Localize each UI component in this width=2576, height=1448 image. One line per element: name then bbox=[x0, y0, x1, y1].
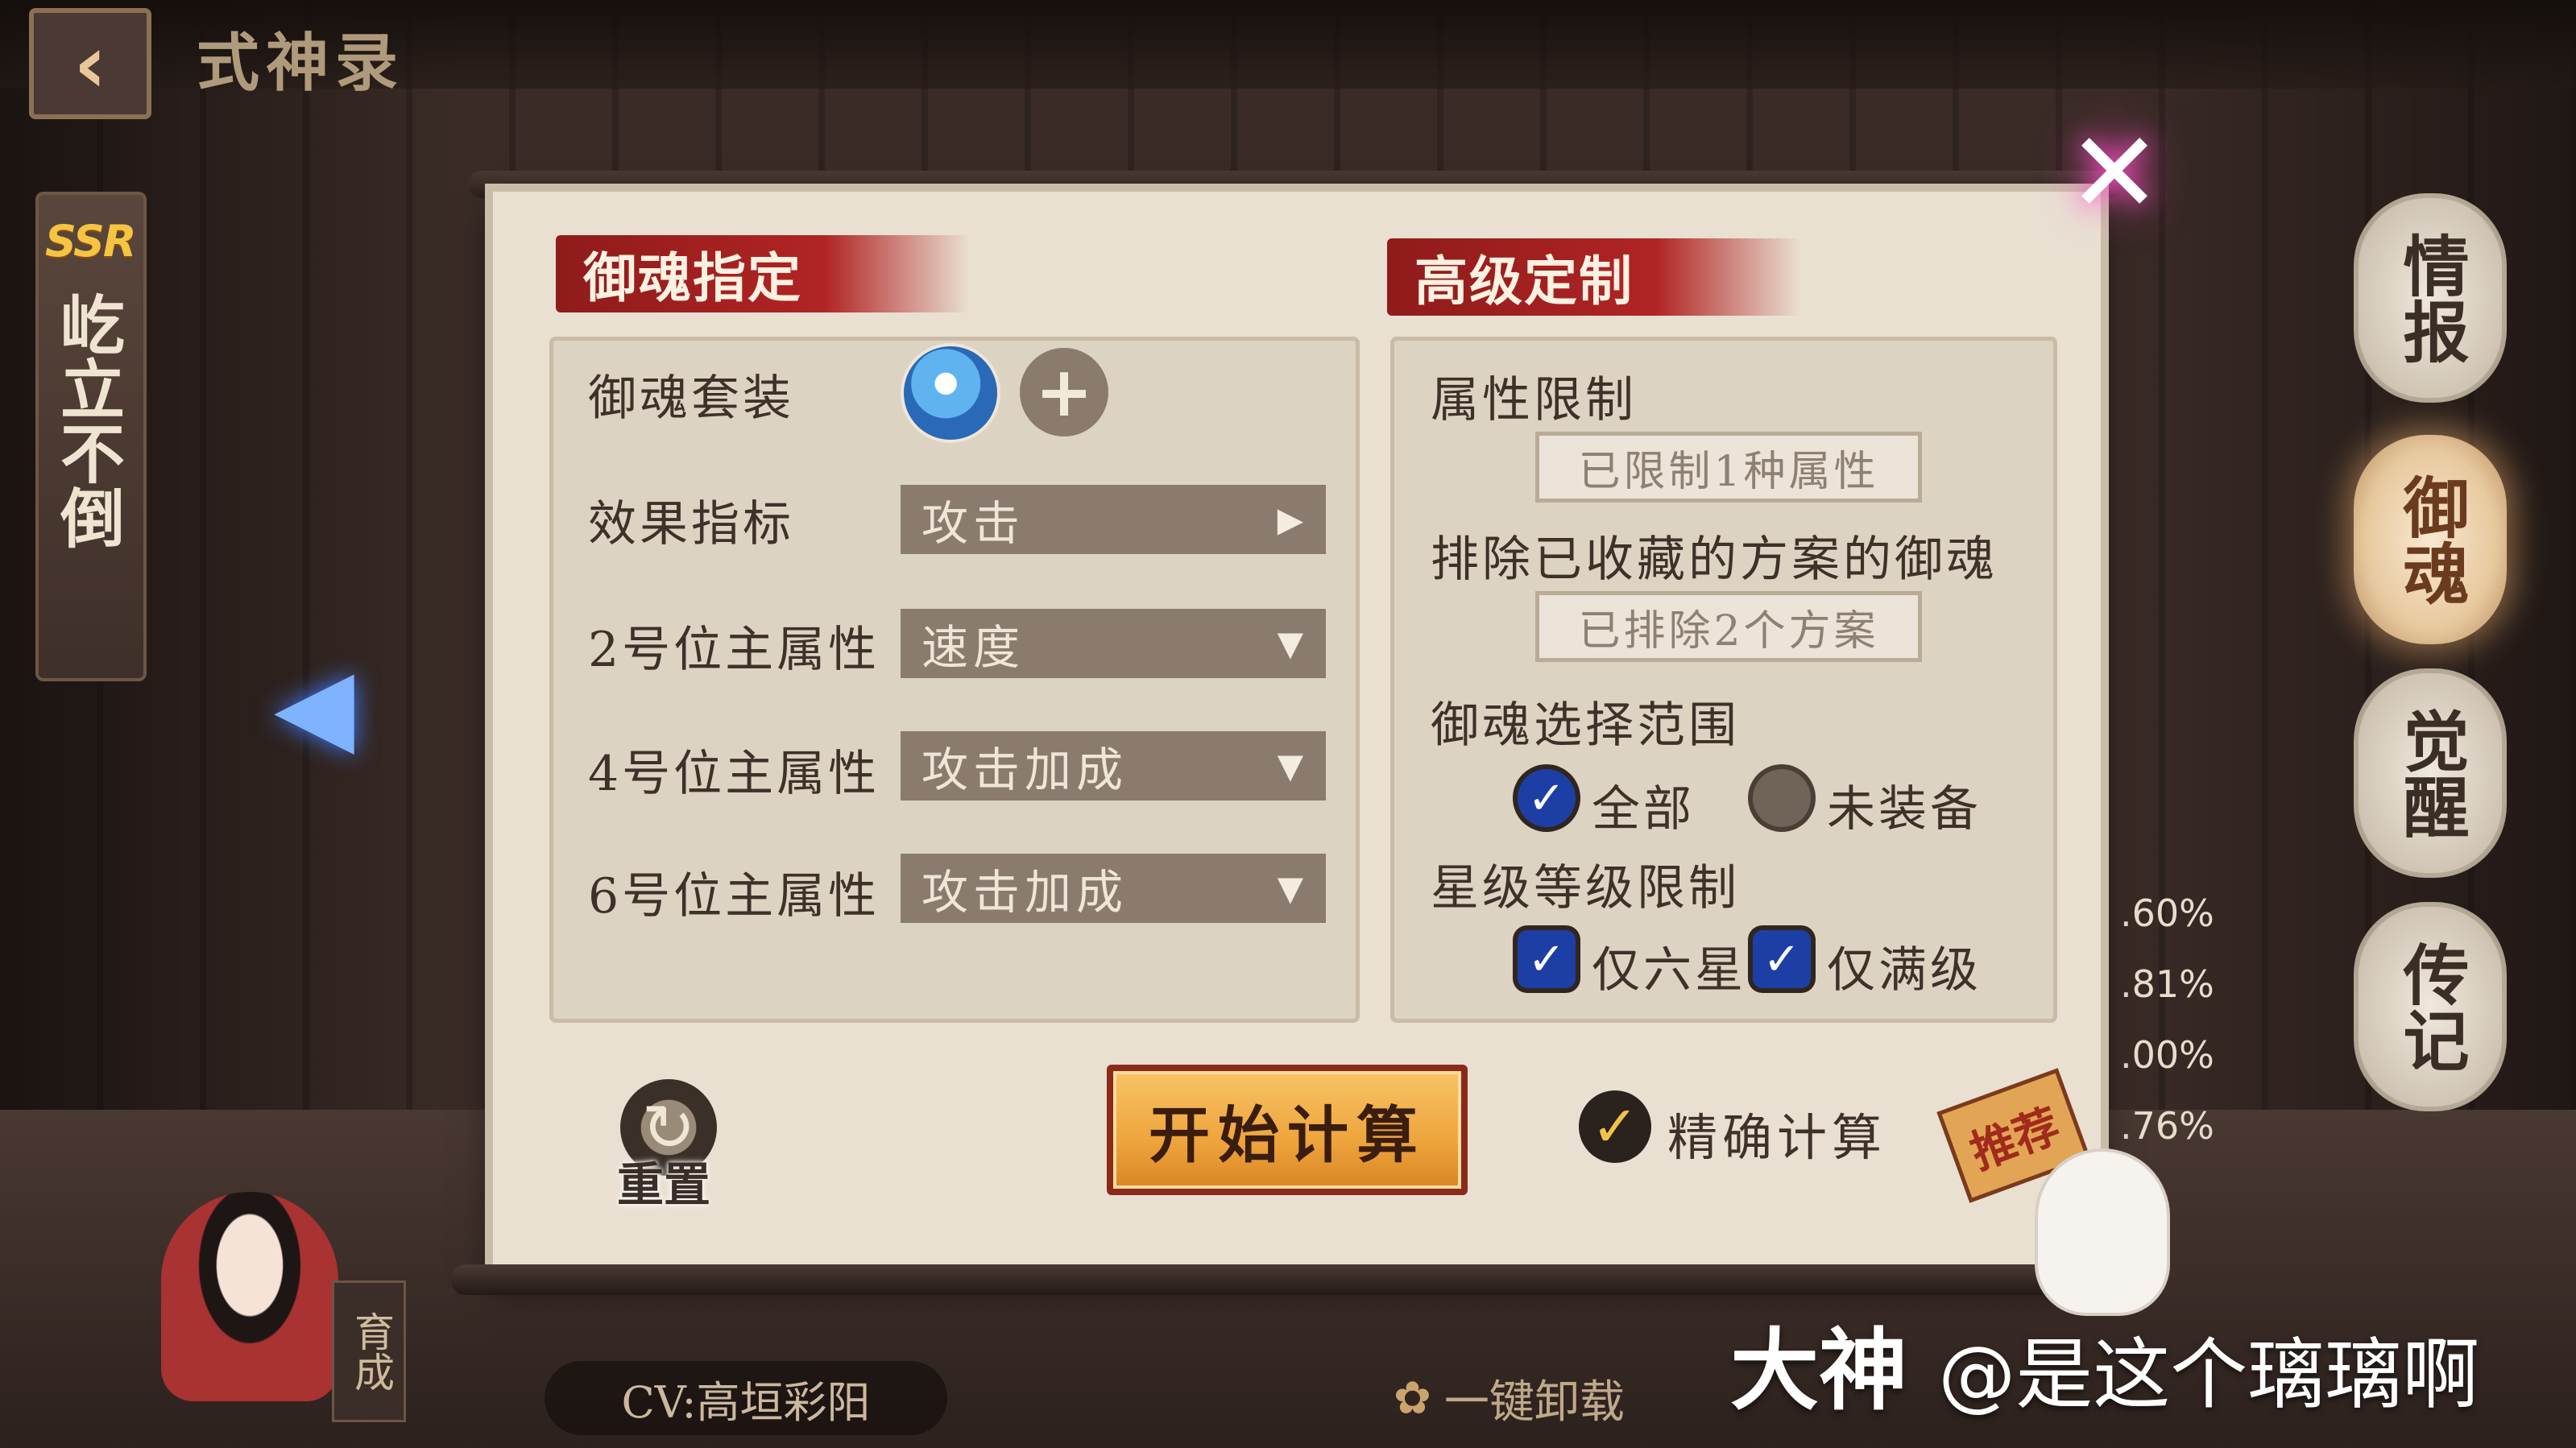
range-all-radio[interactable]: ✓ bbox=[1518, 769, 1576, 827]
effect-index-select[interactable]: 攻击 ▶ bbox=[901, 485, 1326, 554]
watermark-brand: 大神 bbox=[1730, 1319, 1907, 1422]
range-unequipped-radio[interactable] bbox=[1753, 769, 1811, 827]
close-icon: ✕ bbox=[2067, 107, 2162, 239]
soul-set-icon[interactable] bbox=[904, 346, 997, 440]
nurture-button[interactable]: 育成 bbox=[332, 1280, 406, 1422]
add-soul-set-button[interactable]: + bbox=[1020, 348, 1108, 436]
percent-value: .81% bbox=[2120, 962, 2214, 1006]
one-click-unload-button[interactable]: ✿ 一键卸载 bbox=[1394, 1361, 1625, 1435]
check-icon: ✓ bbox=[1527, 772, 1566, 825]
tab-soul-label: 御魂 bbox=[2392, 474, 2469, 606]
voice-actor-label: CV:高垣彩阳 bbox=[545, 1361, 947, 1435]
only-max-level-label: 仅满级 bbox=[1827, 942, 1982, 999]
slot2-main-value: 速度 bbox=[921, 620, 1025, 675]
slot4-main-label: 4号位主属性 bbox=[588, 746, 880, 802]
page-title: 式神录 bbox=[197, 27, 405, 100]
caret-right-icon: ▶ bbox=[1277, 499, 1308, 540]
check-icon: ✓ bbox=[1527, 933, 1566, 986]
soul-set-label: 御魂套装 bbox=[588, 370, 794, 427]
effect-index-value: 攻击 bbox=[921, 496, 1025, 551]
scroll-rod-bottom bbox=[451, 1264, 2135, 1295]
tab-info[interactable]: 情报 bbox=[2354, 193, 2507, 403]
watermark: 大神 @是这个璃璃啊 bbox=[1730, 1298, 2479, 1427]
slot4-main-select[interactable]: 攻击加成 ▼ bbox=[901, 731, 1326, 801]
mascot-image bbox=[2038, 1152, 2167, 1313]
tab-biography[interactable]: 传记 bbox=[2354, 902, 2507, 1111]
check-icon: ✓ bbox=[1591, 1094, 1639, 1160]
attr-limit-label: 属性限制 bbox=[1431, 372, 1637, 428]
only-six-star-label: 仅六星 bbox=[1592, 942, 1746, 999]
percent-value: .76% bbox=[2120, 1104, 2214, 1148]
reset-label: 重置 bbox=[617, 1157, 711, 1212]
caret-down-icon: ▼ bbox=[1277, 746, 1308, 786]
left-arrow-icon[interactable]: ◀ bbox=[274, 644, 354, 767]
start-calculation-button[interactable]: 开始计算 bbox=[1107, 1065, 1468, 1195]
only-max-level-checkbox[interactable]: ✓ bbox=[1753, 930, 1811, 988]
tab-biography-label: 传记 bbox=[2392, 941, 2469, 1073]
watermark-handle: @是这个璃璃啊 bbox=[1938, 1330, 2480, 1420]
tab-info-label: 情报 bbox=[2392, 232, 2469, 364]
effect-index-label: 效果指标 bbox=[588, 496, 794, 552]
flower-icon: ✿ bbox=[1394, 1371, 1431, 1425]
one-click-unload-label: 一键卸载 bbox=[1443, 1376, 1625, 1429]
slot4-main-value: 攻击加成 bbox=[921, 743, 1129, 797]
percent-value: .60% bbox=[2120, 892, 2214, 935]
range-unequipped-label: 未装备 bbox=[1827, 781, 1982, 838]
slot6-main-select[interactable]: 攻击加成 ▼ bbox=[901, 854, 1326, 923]
slot6-main-value: 攻击加成 bbox=[921, 865, 1129, 920]
section-title-soul-assign: 御魂指定 bbox=[556, 235, 970, 312]
percent-value: .00% bbox=[2120, 1033, 2214, 1077]
back-button[interactable]: ‹ bbox=[29, 8, 151, 119]
exclude-saved-label: 排除已收藏的方案的御魂 bbox=[1431, 532, 1998, 588]
rarity-badge: SSR bbox=[45, 216, 136, 267]
slot2-main-select[interactable]: 速度 ▼ bbox=[901, 609, 1326, 678]
range-all-label: 全部 bbox=[1592, 781, 1695, 838]
precise-calc-label: 精确计算 bbox=[1667, 1108, 1887, 1167]
tab-awaken[interactable]: 觉醒 bbox=[2354, 668, 2507, 878]
back-arrow-icon: ‹ bbox=[73, 16, 107, 111]
tab-awaken-label: 觉醒 bbox=[2392, 707, 2469, 839]
close-button[interactable]: ✕ bbox=[2062, 108, 2167, 239]
character-banner: SSR 屹立不倒 bbox=[35, 192, 147, 681]
soul-range-label: 御魂选择范围 bbox=[1431, 697, 1740, 754]
tab-soul[interactable]: 御魂 bbox=[2354, 435, 2507, 644]
attr-limit-button[interactable]: 已限制1种属性 bbox=[1535, 432, 1922, 503]
exclude-saved-button[interactable]: 已排除2个方案 bbox=[1535, 591, 1922, 662]
slot6-main-label: 6号位主属性 bbox=[588, 868, 880, 925]
character-portrait[interactable] bbox=[161, 1192, 338, 1401]
precise-calc-checkbox[interactable]: ✓ bbox=[1579, 1090, 1651, 1163]
side-percent-list: .60% .81% .00% .76% bbox=[2120, 878, 2214, 1161]
plus-icon: + bbox=[1034, 352, 1094, 432]
caret-down-icon: ▼ bbox=[1277, 868, 1308, 908]
star-limit-label: 星级等级限制 bbox=[1431, 860, 1740, 916]
section-title-advanced: 高级定制 bbox=[1387, 238, 1801, 316]
caret-down-icon: ▼ bbox=[1277, 623, 1308, 664]
only-six-star-checkbox[interactable]: ✓ bbox=[1518, 930, 1576, 988]
slot2-main-label: 2号位主属性 bbox=[588, 622, 880, 678]
check-icon: ✓ bbox=[1762, 933, 1801, 986]
character-name: 屹立不倒 bbox=[50, 292, 126, 549]
